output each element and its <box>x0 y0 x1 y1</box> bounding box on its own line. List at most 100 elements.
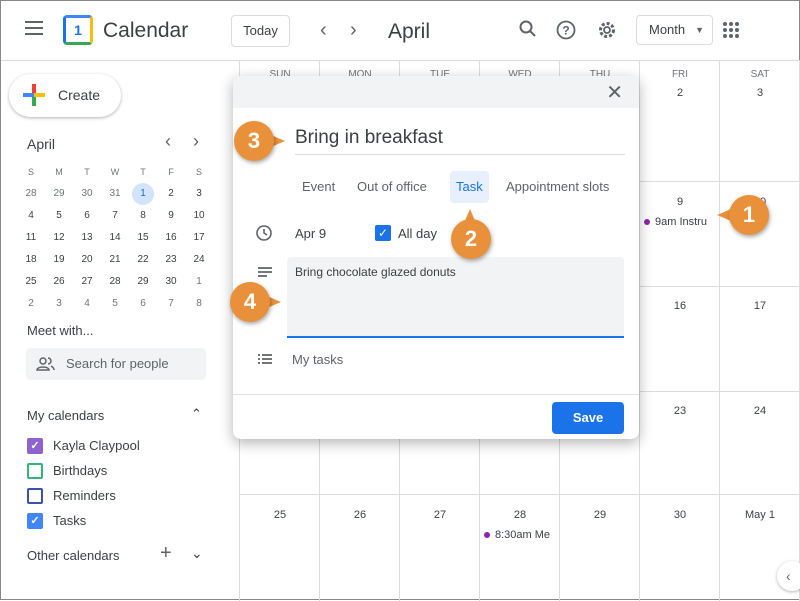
day-number[interactable]: 25 <box>240 509 320 521</box>
mini-day[interactable]: 9 <box>157 205 185 227</box>
task-list-selector[interactable]: My tasks <box>292 352 343 367</box>
mini-day[interactable]: 2 <box>157 183 185 205</box>
mini-day[interactable]: 6 <box>129 293 157 315</box>
tab-task[interactable]: Task <box>450 171 489 203</box>
my-calendars-header[interactable]: My calendars <box>27 408 104 423</box>
view-selector[interactable]: Month ▼ <box>636 15 713 45</box>
side-panel-toggle-chevron-icon[interactable]: ‹ <box>777 561 800 591</box>
mini-day[interactable]: 10 <box>185 205 213 227</box>
dropdown-arrow-icon: ▼ <box>695 25 704 35</box>
mini-day[interactable]: 8 <box>129 205 157 227</box>
mini-next-button[interactable]: › <box>193 131 199 152</box>
mini-day[interactable]: 31 <box>101 183 129 205</box>
mini-day[interactable]: 2 <box>17 293 45 315</box>
mini-day[interactable]: 30 <box>157 271 185 293</box>
mini-day[interactable]: 3 <box>185 183 213 205</box>
today-button[interactable]: Today <box>231 15 290 47</box>
mini-day[interactable]: 4 <box>73 293 101 315</box>
calendar-item[interactable]: Birthdays <box>27 463 107 479</box>
settings-gear-icon[interactable] <box>597 20 617 40</box>
mini-day[interactable]: 15 <box>129 227 157 249</box>
search-icon[interactable] <box>518 19 538 39</box>
main-menu-icon[interactable] <box>25 21 43 35</box>
calendar-checkbox[interactable] <box>27 488 43 504</box>
event-chip[interactable]: 8:30am Me <box>484 529 560 541</box>
mini-day[interactable]: 14 <box>101 227 129 249</box>
event-chip[interactable]: 9am Instru <box>644 216 720 228</box>
task-list-icon <box>258 354 272 364</box>
mini-day[interactable]: 23 <box>157 249 185 271</box>
mini-day[interactable]: 28 <box>17 183 45 205</box>
day-number[interactable]: 29 <box>560 509 640 521</box>
mini-day[interactable]: 19 <box>45 249 73 271</box>
mini-day[interactable]: 13 <box>73 227 101 249</box>
mini-day[interactable]: 16 <box>157 227 185 249</box>
mini-day[interactable]: 18 <box>17 249 45 271</box>
tab-event[interactable]: Event <box>296 171 341 203</box>
next-month-button[interactable]: › <box>350 19 357 42</box>
create-button[interactable]: Create <box>9 74 121 117</box>
other-calendars-header[interactable]: Other calendars <box>27 548 120 563</box>
tab-appointment-slots[interactable]: Appointment slots <box>500 171 615 203</box>
google-apps-icon[interactable] <box>723 22 739 38</box>
mini-day[interactable]: 20 <box>73 249 101 271</box>
save-button[interactable]: Save <box>552 402 624 434</box>
mini-day[interactable]: 6 <box>73 205 101 227</box>
mini-day[interactable]: 25 <box>17 271 45 293</box>
day-number[interactable]: 2 <box>640 87 720 99</box>
add-calendar-plus-icon[interactable]: + <box>160 542 172 565</box>
calendar-item[interactable]: ✓ Kayla Claypool <box>27 438 140 454</box>
mini-day[interactable]: 30 <box>73 183 101 205</box>
help-icon[interactable]: ? <box>556 20 576 40</box>
dialog-drag-handle[interactable] <box>233 76 639 108</box>
day-number[interactable]: 28 <box>480 509 560 521</box>
close-icon[interactable]: ✕ <box>606 80 623 105</box>
day-number[interactable]: 17 <box>720 300 800 312</box>
mini-day[interactable]: 26 <box>45 271 73 293</box>
day-number[interactable]: 27 <box>400 509 480 521</box>
mini-day[interactable]: 5 <box>101 293 129 315</box>
description-input[interactable]: Bring chocolate glazed donuts <box>287 257 624 338</box>
day-number[interactable]: 16 <box>640 300 720 312</box>
title-input[interactable]: Bring in breakfast <box>295 127 625 155</box>
mini-day[interactable]: 11 <box>17 227 45 249</box>
search-people-input[interactable]: Search for people <box>26 348 206 380</box>
calendar-item[interactable]: ✓ Tasks <box>27 513 86 529</box>
mini-day[interactable]: 29 <box>45 183 73 205</box>
calendar-checkbox[interactable]: ✓ <box>27 438 43 454</box>
chevron-up-icon[interactable]: ⌃ <box>191 406 202 422</box>
mini-day[interactable]: 4 <box>17 205 45 227</box>
mini-day[interactable]: 12 <box>45 227 73 249</box>
calendar-item[interactable]: Reminders <box>27 488 116 504</box>
mini-day[interactable]: 3 <box>45 293 73 315</box>
mini-day[interactable]: 28 <box>101 271 129 293</box>
day-number[interactable]: 26 <box>320 509 400 521</box>
day-number[interactable]: 30 <box>640 509 720 521</box>
day-number[interactable]: 9 <box>640 196 720 208</box>
mini-day[interactable]: 7 <box>157 293 185 315</box>
calendar-checkbox[interactable]: ✓ <box>27 513 43 529</box>
mini-day[interactable]: 5 <box>45 205 73 227</box>
prev-month-button[interactable]: ‹ <box>320 19 327 42</box>
all-day-checkbox[interactable]: ✓ <box>375 225 391 241</box>
mini-day[interactable]: 21 <box>101 249 129 271</box>
mini-day[interactable]: 27 <box>73 271 101 293</box>
day-number[interactable]: 3 <box>720 87 800 99</box>
chevron-down-icon[interactable]: ⌄ <box>191 545 203 562</box>
mini-day[interactable]: 22 <box>129 249 157 271</box>
tab-out-of-office[interactable]: Out of office <box>351 171 433 203</box>
mini-prev-button[interactable]: ‹ <box>165 131 171 152</box>
mini-day[interactable]: 24 <box>185 249 213 271</box>
mini-day[interactable]: 7 <box>101 205 129 227</box>
day-number[interactable]: 23 <box>640 405 720 417</box>
mini-day[interactable]: 1 <box>132 183 154 205</box>
event-dot-icon <box>484 532 490 539</box>
day-number[interactable]: May 1 <box>720 509 800 521</box>
day-number[interactable]: 24 <box>720 405 800 417</box>
mini-day[interactable]: 17 <box>185 227 213 249</box>
mini-day[interactable]: 29 <box>129 271 157 293</box>
mini-day[interactable]: 1 <box>185 271 213 293</box>
mini-day[interactable]: 8 <box>185 293 213 315</box>
calendar-checkbox[interactable] <box>27 463 43 479</box>
date-field[interactable]: Apr 9 <box>295 226 326 241</box>
